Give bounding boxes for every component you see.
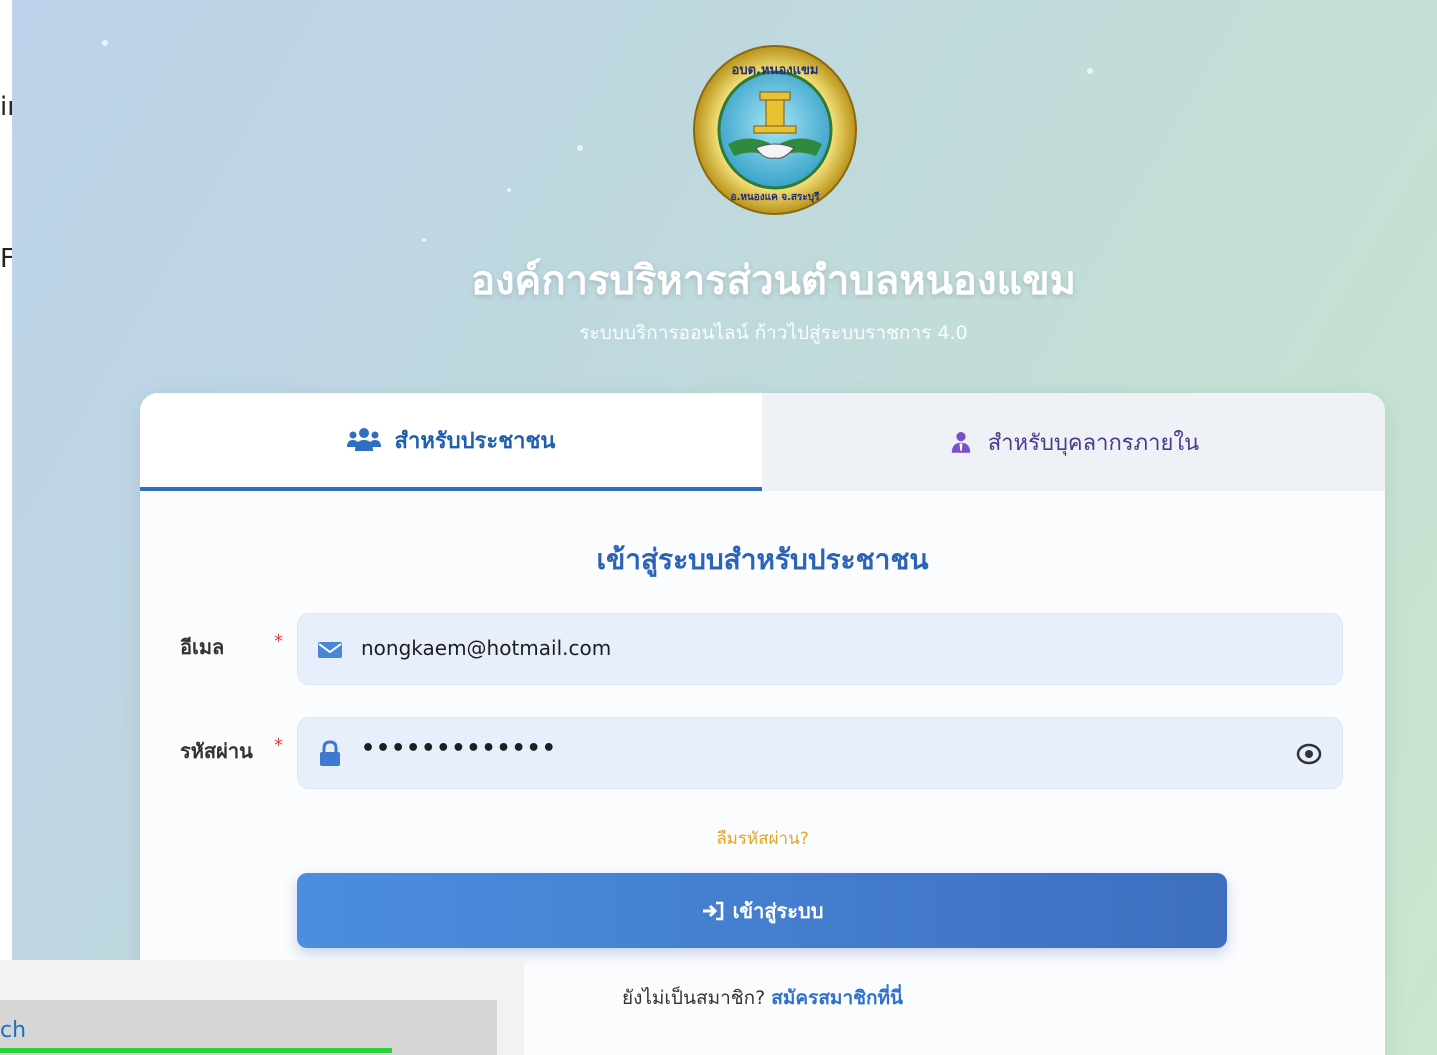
overlay-text: ch — [0, 1018, 27, 1043]
left-background-strip — [0, 0, 12, 960]
overlay-progress-bar — [0, 1048, 392, 1053]
envelope-icon — [318, 642, 342, 658]
password-field[interactable]: ••••••••••••• — [297, 717, 1343, 789]
logo-text-top: อบต.หนองแขม — [732, 63, 819, 78]
lock-icon — [320, 740, 340, 766]
users-icon — [346, 428, 381, 451]
overlay-window-fragment — [0, 960, 524, 1055]
login-button-label: เข้าสู่ระบบ — [732, 900, 824, 923]
email-input[interactable] — [361, 636, 1261, 660]
tab-public-label: สำหรับประชาชน — [394, 428, 556, 454]
forgot-password-link[interactable]: ลืมรหัสผ่าน? — [140, 825, 1385, 852]
login-button[interactable]: เข้าสู่ระบบ — [297, 873, 1227, 948]
login-card: สำหรับประชาชน สำหรับบุคลากรภายใน เข้าสู่… — [140, 393, 1385, 1055]
logo-text-bottom: อ.หนองแค จ.สระบุรี — [731, 191, 821, 203]
form-title: เข้าสู่ระบบสำหรับประชาชน — [596, 543, 929, 576]
background-dot — [577, 145, 583, 151]
required-mark: * — [274, 631, 283, 652]
background-dot — [507, 188, 511, 192]
organization-logo: อบต.หนองแขม อ.หนองแค จ.สระบุรี — [693, 45, 857, 215]
password-label: รหัสผ่าน — [180, 739, 253, 763]
tab-staff-label: สำหรับบุคลากรภายใน — [987, 430, 1200, 456]
required-mark: * — [274, 735, 283, 756]
email-field[interactable] — [297, 613, 1343, 685]
show-password-icon[interactable] — [1294, 740, 1324, 768]
password-input[interactable]: ••••••••••••• — [361, 736, 1261, 761]
background-dot — [102, 40, 108, 46]
tab-public[interactable]: สำหรับประชาชน — [140, 393, 762, 491]
sign-in-icon — [702, 901, 723, 920]
register-link[interactable]: สมัครสมาชิกที่นี่ — [771, 987, 903, 1009]
background-dot — [422, 238, 426, 242]
register-prompt: ยังไม่เป็นสมาชิก? — [621, 987, 766, 1009]
overlay-bar — [0, 1000, 497, 1055]
user-tie-icon — [951, 432, 971, 453]
organization-subtitle: ระบบบริการออนไลน์ ก้าวไปสู่ระบบราชการ 4.… — [579, 322, 968, 344]
background-dot — [1087, 68, 1093, 74]
organization-title: องค์การบริหารส่วนตำบลหนองแขม — [471, 258, 1076, 304]
tab-staff[interactable]: สำหรับบุคลากรภายใน — [762, 393, 1385, 491]
email-label: อีเมล — [180, 635, 225, 659]
